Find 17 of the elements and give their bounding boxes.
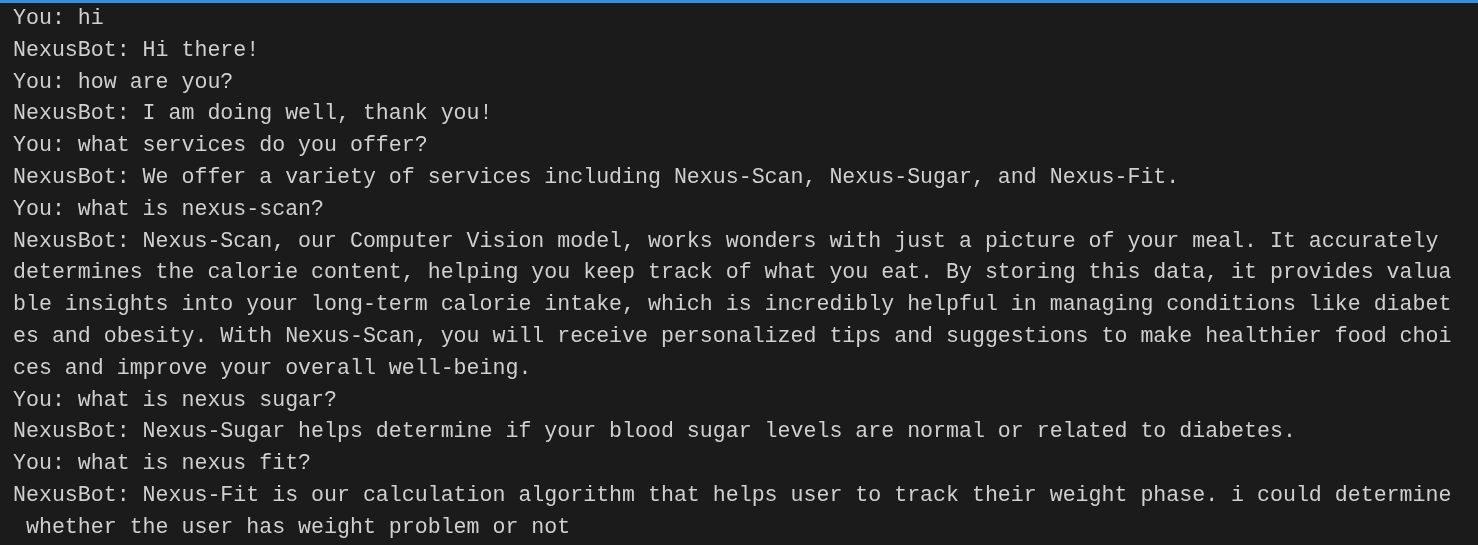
terminal-line: NexusBot: Hi there! — [13, 36, 260, 64]
terminal-line: NexusBot: Nexus-Scan, our Computer Vision model, works wonders with just a picture of your meal. It accurately — [13, 227, 1439, 255]
terminal-line: whether the user has weight problem or not — [24, 513, 571, 541]
terminal-line: es and obesity. With Nexus-Scan, you will receive personalized tips and suggestions to make healthier food choi — [13, 322, 1452, 350]
terminal-line: NexusBot: Nexus-Sugar helps determine if your blood sugar levels are normal or related to diabetes. — [13, 418, 1296, 446]
terminal-line: ces and improve your overall well-being. — [13, 354, 532, 382]
terminal-line: ble insights into your long-term calorie intake, which is incredibly helpful in managing conditions like diabet — [13, 291, 1452, 319]
terminal-line: You: how are you? — [13, 68, 234, 96]
terminal-line: You: what is nexus-scan? — [13, 195, 324, 223]
terminal-line: You: what services do you offer? — [13, 132, 428, 160]
terminal-line: determines the calorie content, helping you keep track of what you eat. By storing this data, it provides valua — [13, 259, 1452, 287]
terminal-line: NexusBot: Nexus-Fit is our calculation algorithm that helps user to track their weight phase. i could determine — [13, 481, 1452, 509]
terminal-line: You: what is nexus sugar? — [13, 386, 337, 414]
terminal-line: You: hi — [13, 5, 104, 32]
terminal-line: You: what is nexus fit? — [13, 450, 312, 478]
terminal-line: NexusBot: We offer a variety of services including Nexus-Scan, Nexus-Sugar, and Nexus-Fit. — [13, 164, 1180, 191]
terminal-line: NexusBot: I am doing well, thank you! — [13, 100, 493, 128]
